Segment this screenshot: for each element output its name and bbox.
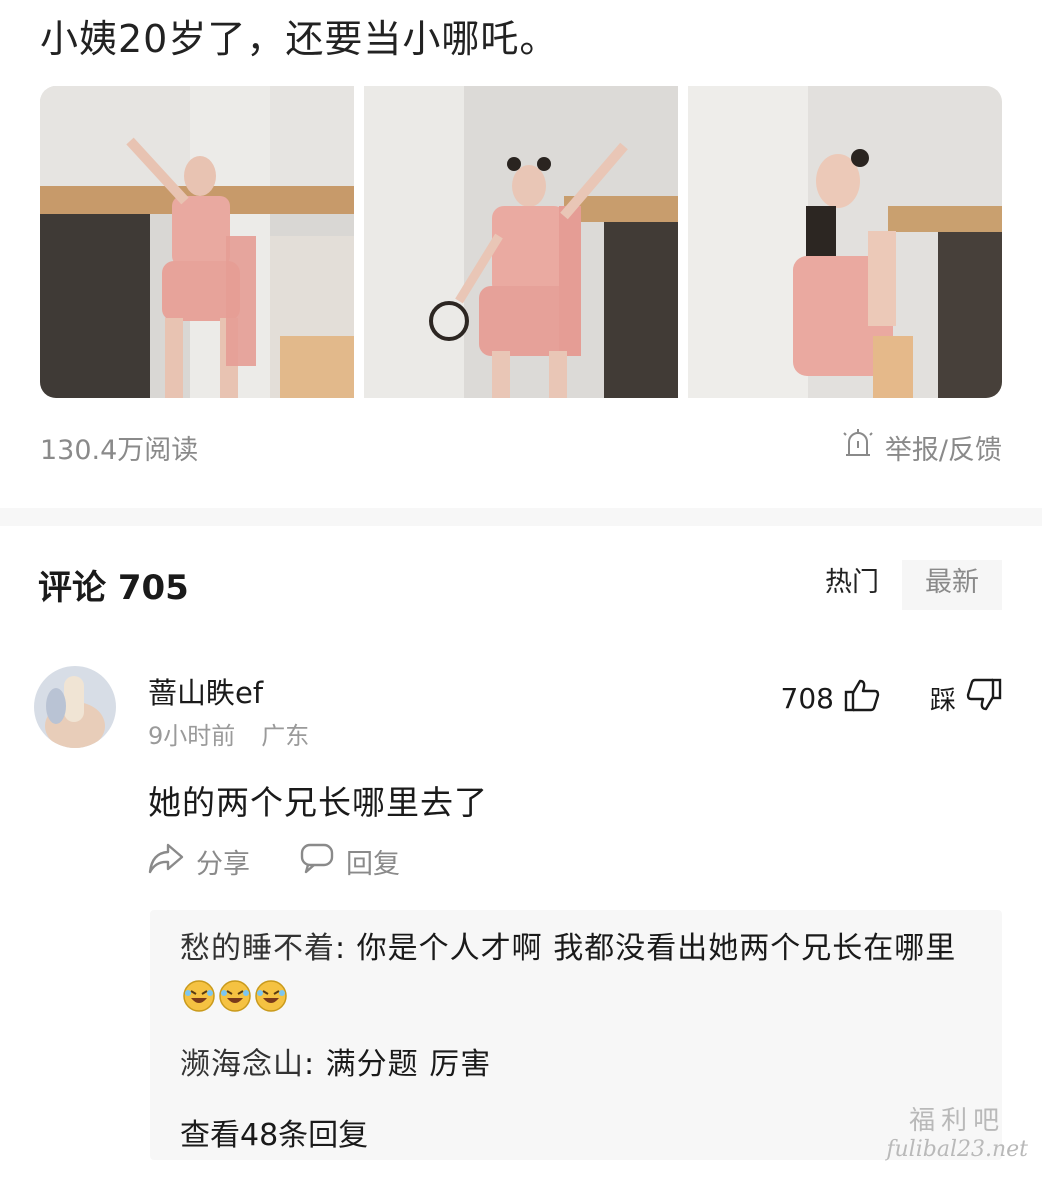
comments-sort: 热门 最新 — [802, 560, 1002, 610]
sort-new-tab[interactable]: 最新 — [902, 560, 1002, 610]
reply-text: 满分题 厉害 — [325, 1047, 492, 1082]
reply-username[interactable]: 濒海念山 — [180, 1047, 304, 1082]
watermark-cn: 福利吧 — [909, 1106, 1006, 1136]
photo-1-image — [40, 86, 354, 398]
post-title: 小姨20岁了，还要当小哪吒。 — [40, 17, 559, 61]
report-icon — [843, 429, 873, 466]
thumbs-up-icon — [844, 678, 880, 719]
watermark-url: fulibal23.net — [886, 1137, 1028, 1162]
share-label: 分享 — [196, 849, 250, 880]
photo-gallery — [40, 86, 1002, 398]
comments-title: 评论 705 — [38, 568, 189, 608]
report-label: 举报/反馈 — [884, 435, 1002, 466]
photo-1[interactable] — [40, 86, 354, 398]
reply-item[interactable]: 愁的睡不着: 你是个人才啊 我都没看出她两个兄长在哪里 — [180, 926, 980, 1018]
dislike-button[interactable]: 踩 — [930, 678, 1002, 719]
comment-location: 广东 — [261, 722, 310, 750]
avatar[interactable] — [34, 666, 116, 748]
section-divider — [0, 508, 1042, 526]
dislike-label: 踩 — [929, 686, 956, 716]
comment-username[interactable]: 蔷山眣ef — [148, 670, 263, 712]
like-count: 708 — [780, 682, 834, 715]
reply-label: 回复 — [346, 849, 400, 880]
photo-3-image — [688, 86, 1002, 398]
comments-header: 评论 705 热门 最新 — [38, 560, 1002, 610]
reply-text: 你是个人才啊 我都没看出她两个兄长在哪里 — [356, 931, 957, 966]
read-count: 130.4万阅读 — [40, 435, 199, 466]
comment-time: 9小时前 — [148, 722, 236, 750]
replies-box: 愁的睡不着: 你是个人才啊 我都没看出她两个兄长在哪里 濒海念山: 满分题 厉害… — [150, 910, 1002, 1160]
comment-text: 她的两个兄长哪里去了 — [148, 783, 488, 822]
like-button[interactable]: 708 — [781, 678, 880, 719]
photo-2-image — [364, 86, 678, 398]
sort-hot-tab[interactable]: 热门 — [802, 560, 902, 610]
reply-button[interactable]: 回复 — [300, 842, 400, 881]
share-button[interactable]: 分享 — [148, 842, 250, 881]
photo-3[interactable] — [688, 86, 1002, 398]
photo-2[interactable] — [364, 86, 678, 398]
thumbs-down-icon — [966, 678, 1002, 719]
comment-meta: 9小时前 广东 — [148, 716, 309, 751]
view-more-replies-link[interactable]: 查看48条回复 — [180, 1110, 368, 1154]
laugh-emoji-icon — [254, 979, 288, 1013]
reply-username[interactable]: 愁的睡不着 — [180, 931, 335, 966]
watermark: 福利吧 fulibal23.net — [886, 1100, 1028, 1162]
report-feedback-link[interactable]: 举报/反馈 — [843, 428, 1002, 467]
laugh-emoji-icon — [218, 979, 252, 1013]
comment-icon — [300, 842, 334, 881]
comment-actions: 分享 回复 — [148, 842, 400, 881]
laugh-emoji-icon — [182, 979, 216, 1013]
reply-item[interactable]: 濒海念山: 满分题 厉害 — [180, 1042, 980, 1088]
share-icon — [148, 842, 184, 881]
post-meta: 130.4万阅读 举报/反馈 — [40, 428, 1002, 468]
